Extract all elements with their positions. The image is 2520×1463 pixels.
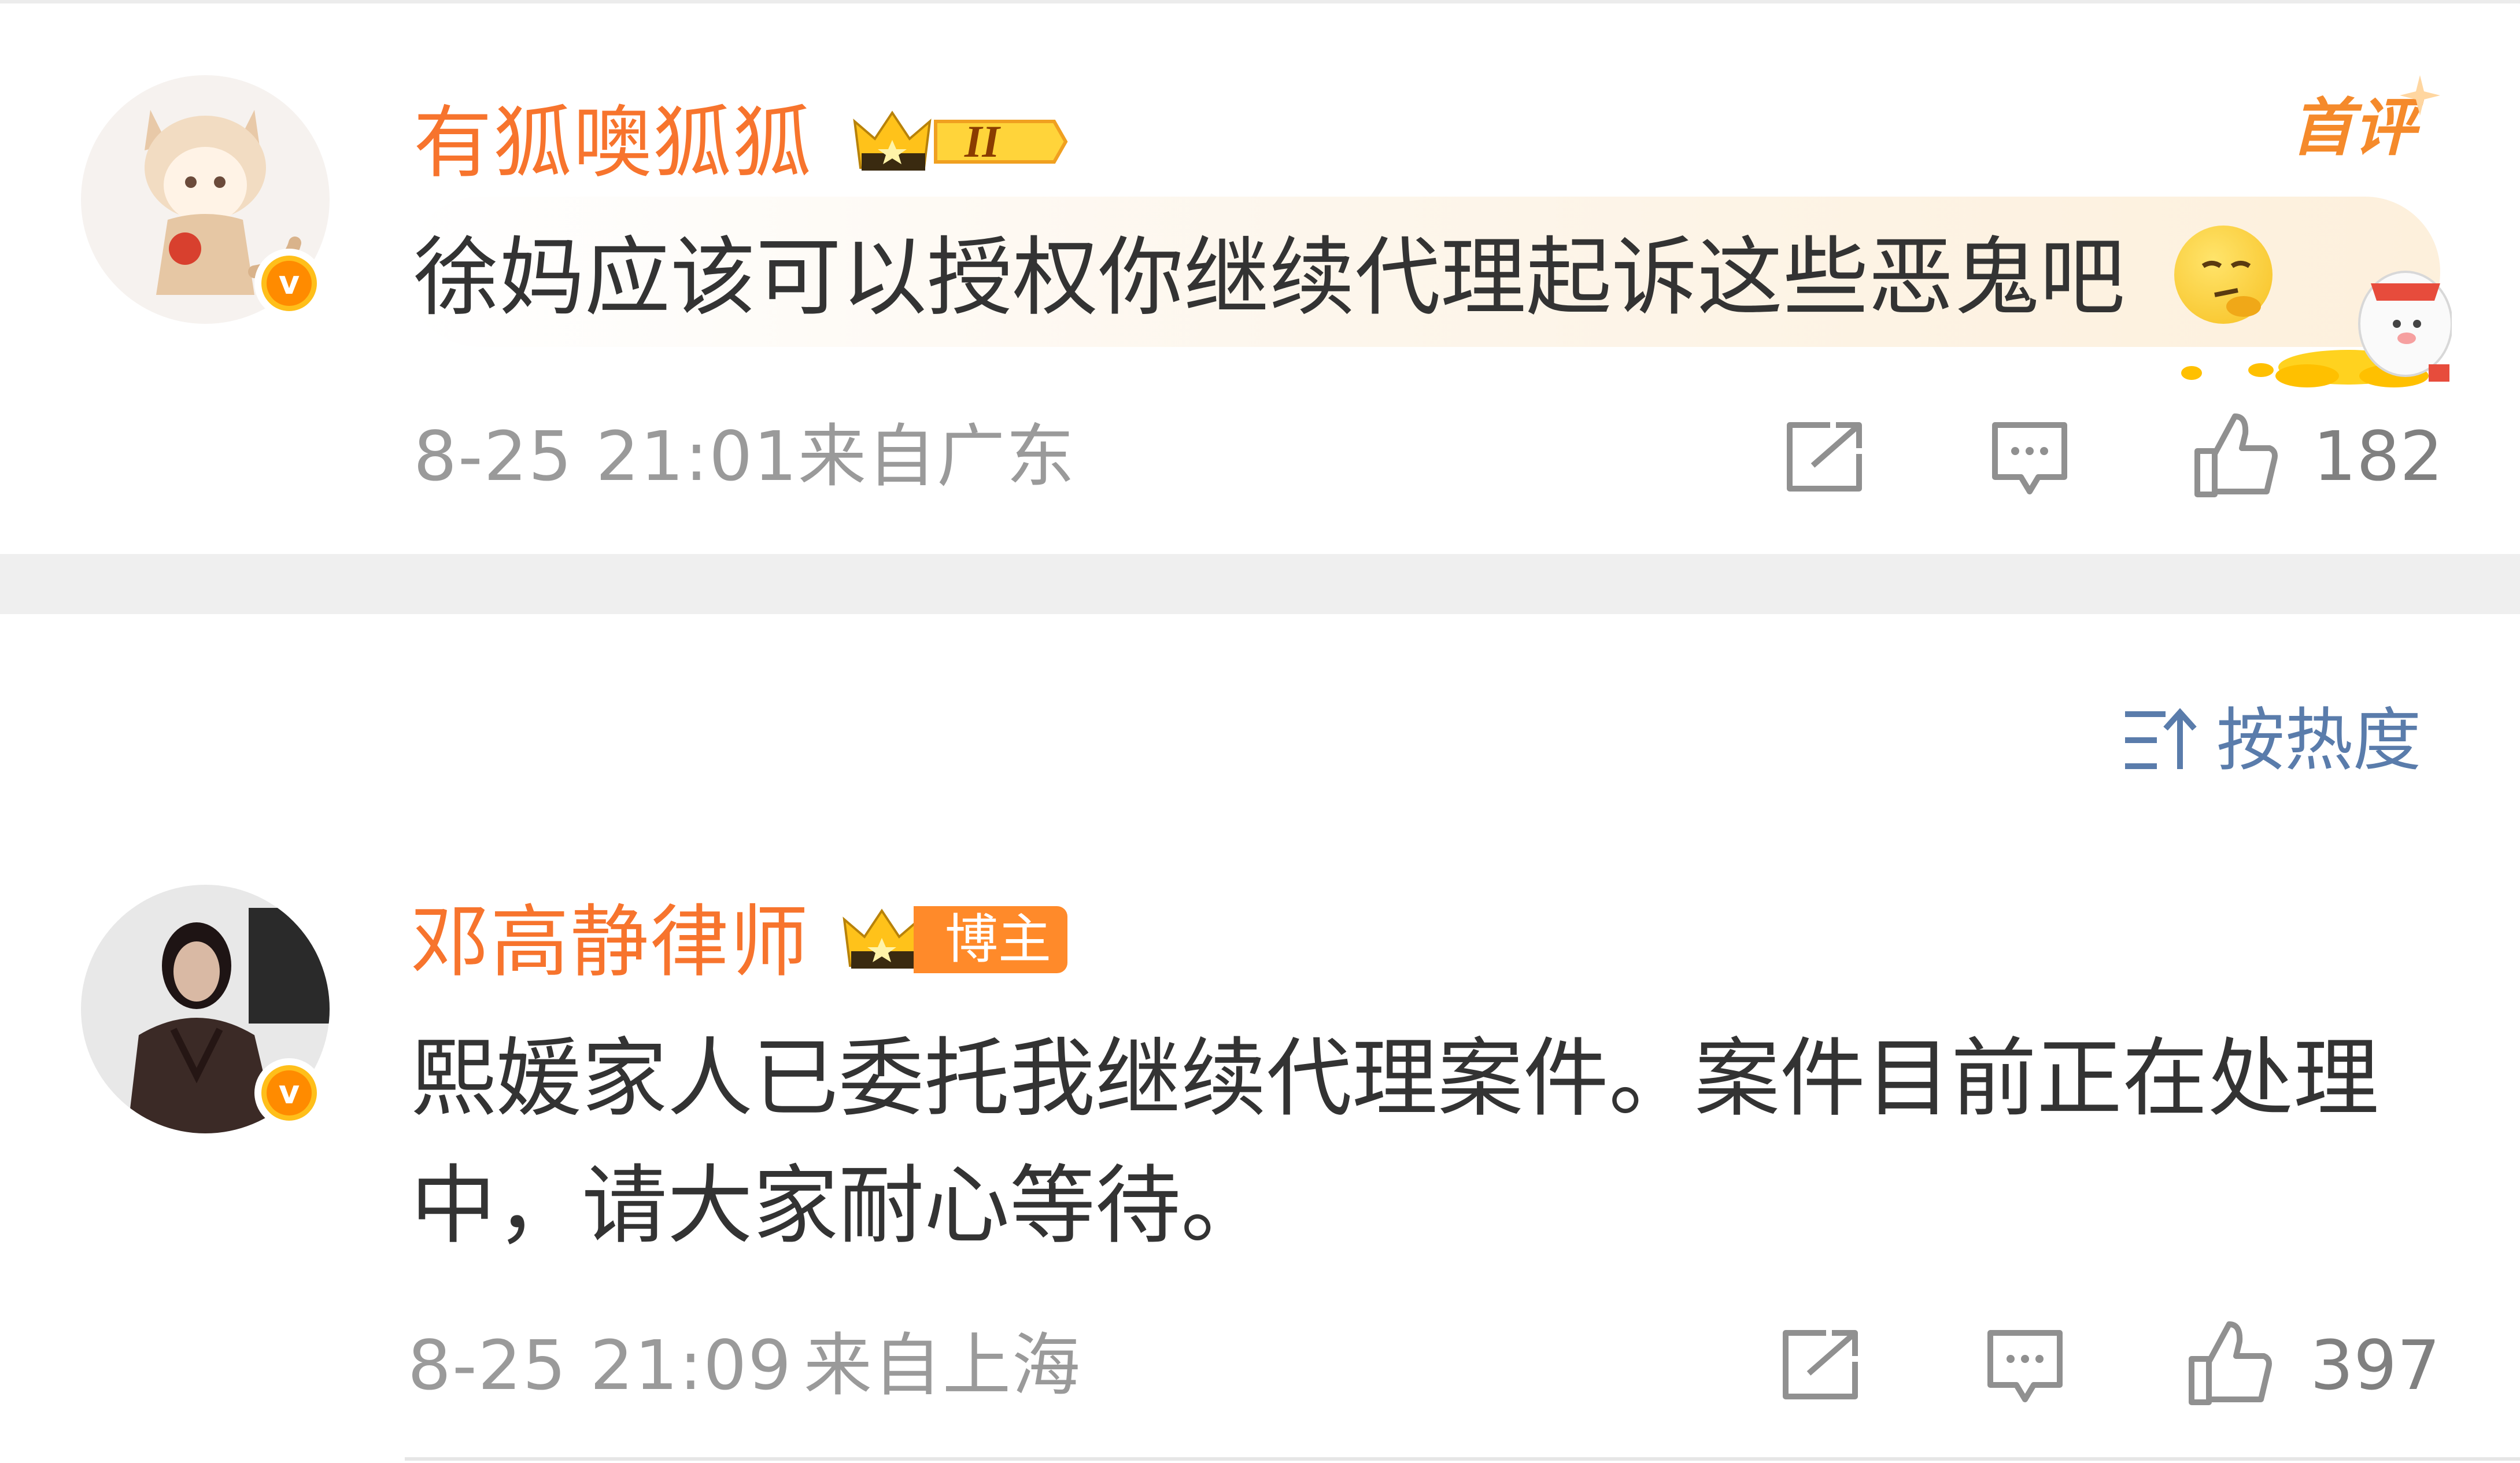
comment-time: 8-25 21:09: [408, 1325, 793, 1405]
share-icon[interactable]: [1780, 1327, 1861, 1402]
comment-icon[interactable]: [1985, 1327, 2065, 1408]
avatar[interactable]: v: [81, 75, 330, 324]
comment-icon[interactable]: [1989, 419, 2070, 500]
like-icon[interactable]: [2189, 408, 2281, 500]
verified-badge-icon: v: [254, 1058, 324, 1128]
username[interactable]: 邓高静律师: [411, 903, 810, 982]
sparkle-icon: [2400, 75, 2440, 118]
comment-item: v 邓高静律师 博主 熙媛家人已委托我继续代理案件。案件目前正在处理 中，请大家…: [0, 838, 2520, 1463]
crown-level-badge: II: [843, 98, 1074, 187]
bottom-divider: [405, 1457, 2520, 1461]
comment-location: 来自上海: [804, 1325, 1082, 1405]
section-divider: [0, 554, 2520, 614]
sort-label: 按热度: [2216, 700, 2422, 780]
level-badge-text: II: [965, 116, 1000, 167]
like-icon[interactable]: [2183, 1316, 2275, 1408]
comment-time: 8-25 21:01: [413, 416, 799, 496]
avatar[interactable]: v: [81, 885, 330, 1133]
role-badge: 博主: [914, 906, 1068, 973]
like-count: 397: [2310, 1325, 2441, 1405]
verified-v-icon: v: [267, 261, 312, 306]
share-icon[interactable]: [1784, 419, 1865, 494]
comment-text: 熙媛家人已委托我继续代理案件。案件目前正在处理: [411, 1029, 2379, 1128]
like-count: 182: [2313, 416, 2444, 496]
mascot-decoration-icon: [2174, 260, 2453, 401]
comment-text: 徐妈应该可以授权你继续代理起诉这些恶鬼吧: [413, 228, 2125, 327]
sort-control[interactable]: 按热度: [2122, 705, 2421, 775]
verified-v-icon: v: [267, 1070, 312, 1115]
sort-icon: [2122, 705, 2200, 775]
comment-item: v 有狐噢狐狐 II 首评 徐妈应该可以授权你继续代理起诉这些恶鬼吧 8-25 …: [0, 0, 2520, 554]
username[interactable]: 有狐噢狐狐: [413, 104, 812, 183]
comment-location: 来自广东: [798, 416, 1076, 496]
comment-text-continued: 中，请大家耐心等待。: [411, 1156, 1266, 1255]
blogger-badge: 博主: [838, 896, 1068, 983]
verified-badge-icon: v: [254, 249, 324, 318]
first-comment-badge: 首评: [2291, 92, 2416, 164]
